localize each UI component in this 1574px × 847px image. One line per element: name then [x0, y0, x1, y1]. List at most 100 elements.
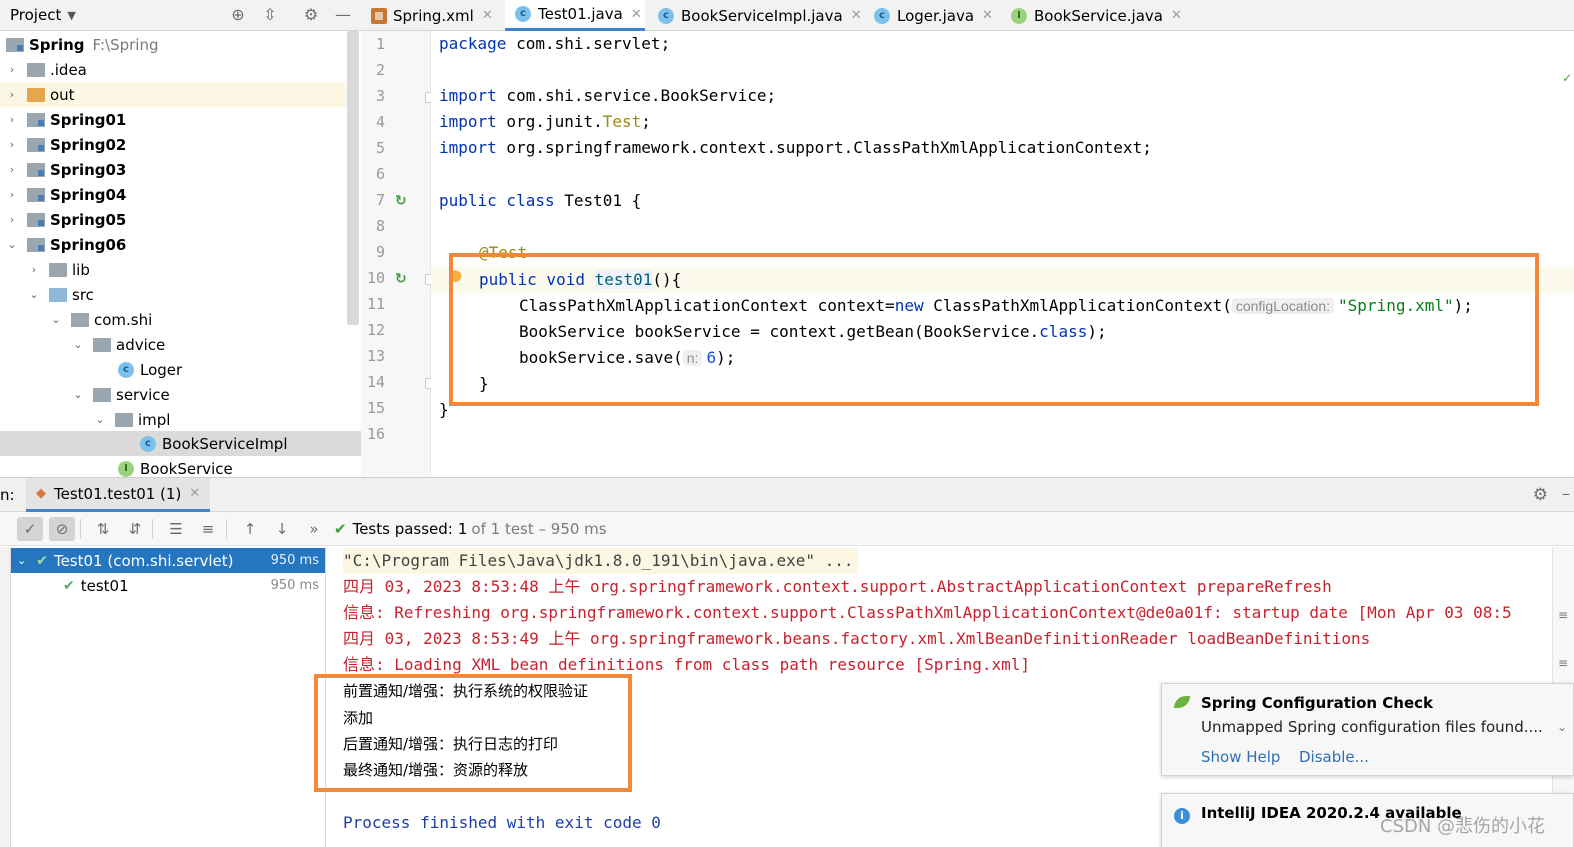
- collapse-all-icon[interactable]: ⇳: [259, 4, 281, 26]
- tests-status: ✔ Tests passed: 1 of 1 test – 950 ms: [334, 520, 607, 538]
- chevron-down-icon[interactable]: ⌄: [71, 338, 85, 351]
- run-test-icon[interactable]: ↻: [395, 193, 411, 209]
- tree-item-spring06[interactable]: ⌄ Spring06: [0, 232, 346, 257]
- tree-item-label: Spring02: [50, 135, 127, 154]
- tree-item-label: Spring03: [50, 160, 127, 179]
- show-ignored-icon[interactable]: ⊘: [49, 517, 75, 541]
- locate-icon[interactable]: ⊕: [227, 4, 249, 26]
- line-number: 8: [375, 217, 385, 235]
- source-folder-icon: [49, 287, 67, 302]
- tree-item-impl[interactable]: ⌄ impl: [0, 407, 346, 432]
- chevron-right-icon[interactable]: ›: [5, 138, 19, 151]
- class-icon: c: [140, 435, 156, 452]
- chevron-down-icon[interactable]: ⌄: [17, 554, 26, 567]
- chevron-down-icon[interactable]: ⌄: [27, 288, 41, 301]
- tree-item-label: BookService: [140, 459, 233, 478]
- close-icon[interactable]: ✕: [189, 486, 200, 501]
- tree-item-com-shi[interactable]: ⌄ com.shi: [0, 307, 346, 332]
- close-icon[interactable]: ✕: [982, 8, 993, 23]
- tree-item-advice[interactable]: ⌄ advice: [0, 332, 346, 357]
- tree-item-idea[interactable]: › .idea: [0, 57, 346, 82]
- spring-leaf-icon: [1174, 696, 1190, 708]
- project-tree-scrollbar[interactable]: [347, 31, 359, 325]
- close-icon[interactable]: ✕: [482, 8, 493, 23]
- gear-icon[interactable]: ⚙: [1533, 485, 1548, 505]
- collapse-all-icon[interactable]: ≡: [195, 517, 221, 541]
- project-panel-title[interactable]: Project: [10, 6, 61, 24]
- highlight-box-code: [449, 253, 1539, 406]
- module-folder-icon: [27, 112, 45, 127]
- chevron-right-icon[interactable]: ›: [5, 88, 19, 101]
- line-number: 6: [375, 165, 385, 183]
- chevron-down-icon[interactable]: ⌄: [93, 413, 107, 426]
- sort-duration-icon[interactable]: ⇵: [122, 517, 148, 541]
- tests-passed-detail: of 1 test – 950 ms: [471, 520, 607, 538]
- sort-alpha-icon[interactable]: ⇅: [90, 517, 116, 541]
- tree-item-spring03[interactable]: › Spring03: [0, 157, 346, 182]
- chevron-right-icon[interactable]: ›: [5, 113, 19, 126]
- chevron-right-icon[interactable]: ›: [27, 263, 41, 276]
- chevron-right-icon[interactable]: ›: [5, 163, 19, 176]
- chevron-down-icon[interactable]: ⌄: [5, 238, 19, 251]
- line-number: 12: [366, 321, 385, 339]
- editor-gutter: 1 2 3 4 5 6 7 8 9 10 11 12 13 14 15 16 ↻…: [361, 31, 436, 477]
- line-number: 2: [375, 61, 385, 79]
- tab-bookserviceimpl-java[interactable]: c BookServiceImpl.java ✕: [648, 0, 864, 31]
- hide-icon[interactable]: —: [332, 4, 354, 26]
- inspection-ok-icon[interactable]: ✓: [1562, 71, 1572, 85]
- test-row-test01-method[interactable]: ✔ test01 950 ms: [11, 573, 325, 598]
- arrow-up-icon[interactable]: ↑: [237, 517, 263, 541]
- scroll-end-icon[interactable]: ≡: [1558, 657, 1570, 669]
- chevron-down-icon[interactable]: ▼: [67, 9, 75, 22]
- tree-item-label: service: [116, 385, 170, 404]
- more-icon[interactable]: »: [301, 517, 327, 541]
- tree-item-spring04[interactable]: › Spring04: [0, 182, 346, 207]
- tab-label: BookServiceImpl.java: [681, 6, 843, 25]
- chevron-right-icon[interactable]: ›: [5, 213, 19, 226]
- chevron-down-icon[interactable]: ⌄: [71, 388, 85, 401]
- hide-icon[interactable]: –: [1562, 484, 1570, 503]
- test-results-tree: ⌄ ✔ Test01 (com.shi.servlet) 950 ms ✔ te…: [11, 547, 326, 847]
- tree-item-spring05[interactable]: › Spring05: [0, 207, 346, 232]
- toolbar-divider: [226, 519, 227, 539]
- run-test-icon[interactable]: ↻: [395, 271, 411, 287]
- wrap-icon[interactable]: ≡: [1558, 609, 1570, 621]
- tree-item-spring02[interactable]: › Spring02: [0, 132, 346, 157]
- arrow-down-icon[interactable]: ↓: [269, 517, 295, 541]
- show-passed-icon[interactable]: ✓: [17, 517, 43, 541]
- chevron-right-icon[interactable]: ›: [5, 63, 19, 76]
- tab-bookservice-java[interactable]: I BookService.java ✕: [1001, 0, 1182, 31]
- tab-test01-java[interactable]: c Test01.java ✕: [505, 0, 645, 31]
- close-icon[interactable]: ✕: [1171, 8, 1182, 23]
- line-number: 9: [375, 243, 385, 261]
- show-help-link[interactable]: Show Help: [1201, 748, 1280, 766]
- disable-link[interactable]: Disable...: [1299, 748, 1369, 766]
- line-number: 3: [375, 87, 385, 105]
- close-icon[interactable]: ✕: [631, 7, 642, 22]
- chevron-down-icon[interactable]: ⌄: [49, 313, 63, 326]
- tab-run-test01[interactable]: ◆ Test01.test01 (1) ✕: [26, 478, 211, 512]
- tree-item-label: .idea: [50, 60, 87, 79]
- run-side-strip: [0, 547, 11, 847]
- tree-item-lib[interactable]: › lib: [0, 257, 346, 282]
- tree-item-out[interactable]: › out: [0, 82, 346, 107]
- watermark: CSDN @悲伤的小花: [1380, 816, 1546, 837]
- expand-all-icon[interactable]: ☰: [163, 517, 189, 541]
- gear-icon[interactable]: ⚙: [300, 4, 322, 26]
- tree-item-service[interactable]: ⌄ service: [0, 382, 346, 407]
- tab-spring-xml[interactable]: Spring.xml ✕: [361, 0, 501, 31]
- tree-item-loger[interactable]: c Loger: [0, 357, 346, 382]
- chevron-down-icon[interactable]: ⌄: [1557, 720, 1567, 734]
- tab-loger-java[interactable]: c Loger.java ✕: [864, 0, 1001, 31]
- tree-item-spring01[interactable]: › Spring01: [0, 107, 346, 132]
- tree-item-bookserviceimpl[interactable]: c BookServiceImpl: [0, 431, 361, 456]
- tree-item-spring-root[interactable]: Spring F:\Spring: [0, 32, 346, 57]
- tree-item-label: Spring04: [50, 185, 127, 204]
- close-icon[interactable]: ✕: [851, 8, 862, 23]
- test-row-test01-class[interactable]: ⌄ ✔ Test01 (com.shi.servlet) 950 ms: [11, 548, 325, 573]
- tree-item-bookservice[interactable]: I BookService: [0, 456, 346, 477]
- tree-item-src[interactable]: ⌄ src: [0, 282, 346, 307]
- package-icon: [93, 387, 111, 402]
- chevron-right-icon[interactable]: ›: [5, 188, 19, 201]
- xml-file-icon: [371, 7, 387, 24]
